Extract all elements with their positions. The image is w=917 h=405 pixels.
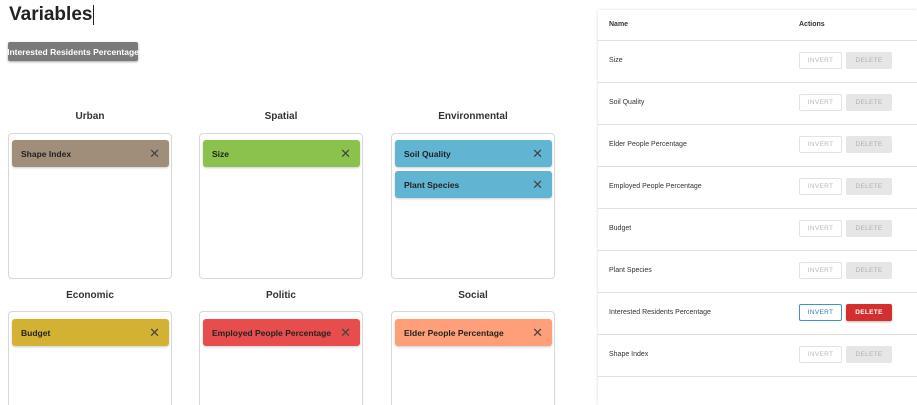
category-title-economic: Economic — [66, 290, 114, 301]
variable-label: Employed People Percentage — [212, 327, 332, 338]
table-row: Elder People Percentage INVERT DELETE — [598, 125, 917, 167]
close-icon[interactable]: ✕ — [149, 326, 160, 339]
table-header: Name Actions — [598, 10, 917, 41]
invert-button[interactable]: INVERT — [799, 94, 842, 111]
category-box-politic[interactable]: Employed People Percentage ✕ — [199, 311, 363, 405]
close-icon[interactable]: ✕ — [532, 147, 543, 160]
row-name: Shape Index — [609, 351, 649, 358]
table-row: Budget INVERT DELETE — [598, 209, 917, 251]
row-name: Soil Quality — [609, 99, 645, 106]
delete-button[interactable]: DELETE — [846, 304, 892, 321]
invert-button[interactable]: INVERT — [799, 346, 842, 363]
close-icon[interactable]: ✕ — [149, 147, 160, 160]
table-row: Plant Species INVERT DELETE — [598, 251, 917, 293]
invert-button[interactable]: INVERT — [799, 52, 842, 69]
category-box-environmental[interactable]: Soil Quality ✕ Plant Species ✕ — [391, 133, 555, 279]
invert-button[interactable]: INVERT — [799, 136, 842, 153]
category-box-economic[interactable]: Budget ✕ — [8, 311, 172, 405]
close-icon[interactable]: ✕ — [532, 178, 543, 191]
category-title-spatial: Spatial — [264, 111, 298, 122]
row-name: Elder People Percentage — [609, 141, 687, 148]
invert-button[interactable]: INVERT — [799, 262, 842, 279]
variable-label: Budget — [21, 327, 51, 338]
variable-label: Plant Species — [404, 179, 460, 190]
variable-label: Size — [212, 148, 230, 159]
variable-item[interactable]: Elder People Percentage ✕ — [395, 319, 552, 346]
table-row: Soil Quality INVERT DELETE — [598, 83, 917, 125]
page-title: Variables — [9, 4, 95, 25]
delete-button[interactable]: DELETE — [846, 220, 892, 237]
column-header-actions: Actions — [799, 21, 825, 28]
variable-item[interactable]: Plant Species ✕ — [395, 171, 552, 198]
delete-button[interactable]: DELETE — [846, 178, 892, 195]
category-box-urban[interactable]: Shape Index ✕ — [8, 133, 172, 279]
variables-table: Name Actions Size INVERT DELETE Soil Qua… — [598, 10, 917, 405]
row-name: Budget — [609, 225, 632, 232]
table-row: Employed People Percentage INVERT DELETE — [598, 167, 917, 209]
invert-button[interactable]: INVERT — [799, 178, 842, 195]
variable-label: Soil Quality — [404, 148, 451, 159]
row-name: Size — [609, 57, 623, 64]
close-icon[interactable]: ✕ — [340, 326, 351, 339]
table-row: Size INVERT DELETE — [598, 41, 917, 83]
category-title-politic: Politic — [265, 290, 296, 301]
delete-button[interactable]: DELETE — [846, 262, 892, 279]
table-row: Interested Residents Percentage INVERT D… — [598, 293, 917, 335]
text-cursor — [93, 5, 95, 25]
selected-variable-chip[interactable]: Interested Residents Percentage — [7, 42, 139, 61]
category-box-spatial[interactable]: Size ✕ — [199, 133, 363, 279]
delete-button[interactable]: DELETE — [846, 94, 892, 111]
delete-button[interactable]: DELETE — [846, 346, 892, 363]
variable-item[interactable]: Soil Quality ✕ — [395, 140, 552, 167]
delete-button[interactable]: DELETE — [846, 52, 892, 69]
variable-label: Shape Index — [21, 148, 72, 159]
category-title-environmental: Environmental — [438, 111, 508, 122]
close-icon[interactable]: ✕ — [532, 326, 543, 339]
close-icon[interactable]: ✕ — [340, 147, 351, 160]
row-name: Plant Species — [609, 267, 652, 274]
row-name: Interested Residents Percentage — [609, 309, 711, 316]
variable-item[interactable]: Shape Index ✕ — [12, 140, 169, 167]
variable-label: Elder People Percentage — [404, 327, 504, 338]
invert-button[interactable]: INVERT — [799, 220, 842, 237]
variable-item[interactable]: Size ✕ — [203, 140, 360, 167]
column-header-name: Name — [609, 21, 629, 28]
variable-item[interactable]: Budget ✕ — [12, 319, 169, 346]
variable-item[interactable]: Employed People Percentage ✕ — [203, 319, 360, 346]
category-title-social: Social — [458, 290, 488, 301]
table-row: Shape Index INVERT DELETE — [598, 335, 917, 377]
category-box-social[interactable]: Elder People Percentage ✕ — [391, 311, 555, 405]
invert-button[interactable]: INVERT — [799, 304, 842, 321]
row-name: Employed People Percentage — [609, 183, 702, 190]
category-title-urban: Urban — [75, 111, 105, 122]
delete-button[interactable]: DELETE — [846, 136, 892, 153]
